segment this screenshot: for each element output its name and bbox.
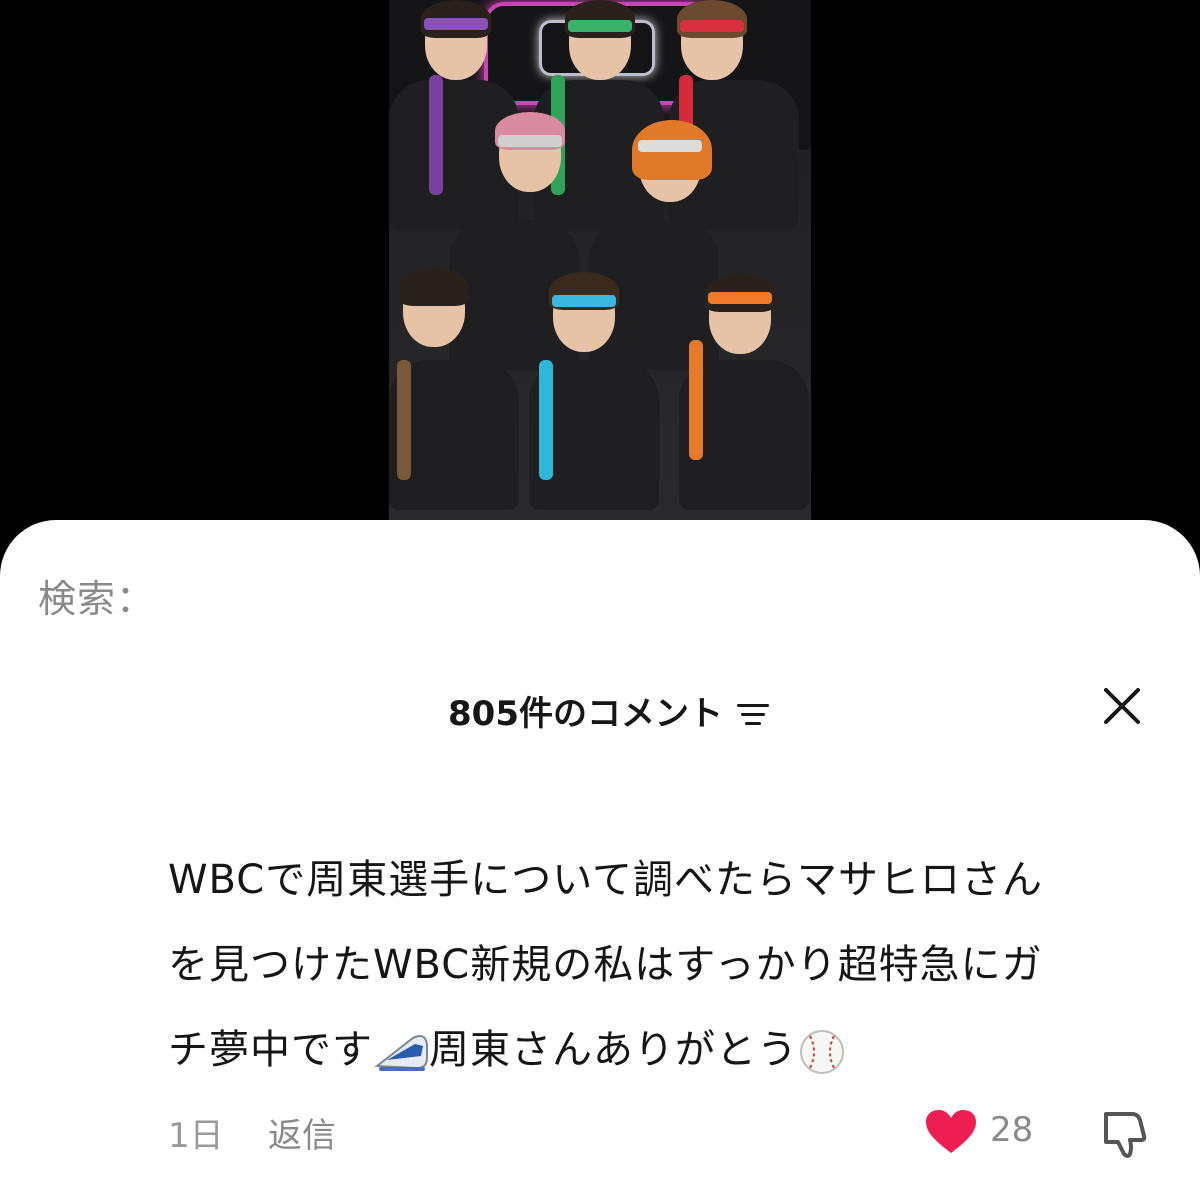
person-hair [399,268,469,306]
comment-time: 1日 [168,1116,224,1156]
close-icon[interactable] [1100,684,1144,728]
person-headband [680,20,744,32]
reply-button[interactable]: 返信 [268,1108,336,1157]
person-headband [708,292,772,304]
person-headband [568,20,632,32]
comment-line-3: チ夢中です 周東さんありがとう [168,1008,1158,1093]
thumbs-down-icon[interactable] [1098,1106,1152,1160]
comment-meta-row: 1日 返信 28 [168,1108,1158,1158]
person-sash [689,340,703,460]
person-headband [424,18,488,30]
person-sash [429,75,443,195]
like-count: 28 [990,1110,1034,1150]
person-headband [638,140,702,152]
comment-line-1: WBCで周東選手について調べたらマサヒロさん [168,857,1044,903]
person-sash [539,360,553,480]
person-headband [498,135,562,147]
comments-header: 805件のコメント [0,680,1200,740]
comment-line-3-part-b: 周東さんありがとう [429,1027,798,1073]
bullet-train-emoji [374,1035,428,1071]
person-sash [397,360,411,480]
comments-count-title: 805件のコメント [448,694,723,734]
search-prompt[interactable]: 検索： [38,568,155,623]
screen: 検索： 805件のコメント WBCで周東選手について調べたらマサヒロさん を見つ… [0,0,1200,1191]
filter-lines-icon[interactable] [736,702,771,726]
comment-line-3-part-a: チ夢中です [168,1027,373,1073]
video-photo[interactable] [389,0,811,540]
heart-icon[interactable] [924,1108,978,1156]
comment-line-2: を見つけたWBC新規の私はすっかり超特急にガ [168,942,1043,988]
person-hair [677,0,747,38]
comment-item: WBCで周東選手について調べたらマサヒロさん を見つけたWBC新規の私はすっかり… [168,838,1158,1093]
comments-title-group[interactable]: 805件のコメント [448,686,771,735]
search-label: 検索： [38,577,156,621]
baseball-emoji [800,1030,844,1074]
comments-sheet: 検索： 805件のコメント WBCで周東選手について調べたらマサヒロさん を見つ… [0,520,1200,1191]
person-headband [552,295,616,307]
person-hair [565,0,635,38]
